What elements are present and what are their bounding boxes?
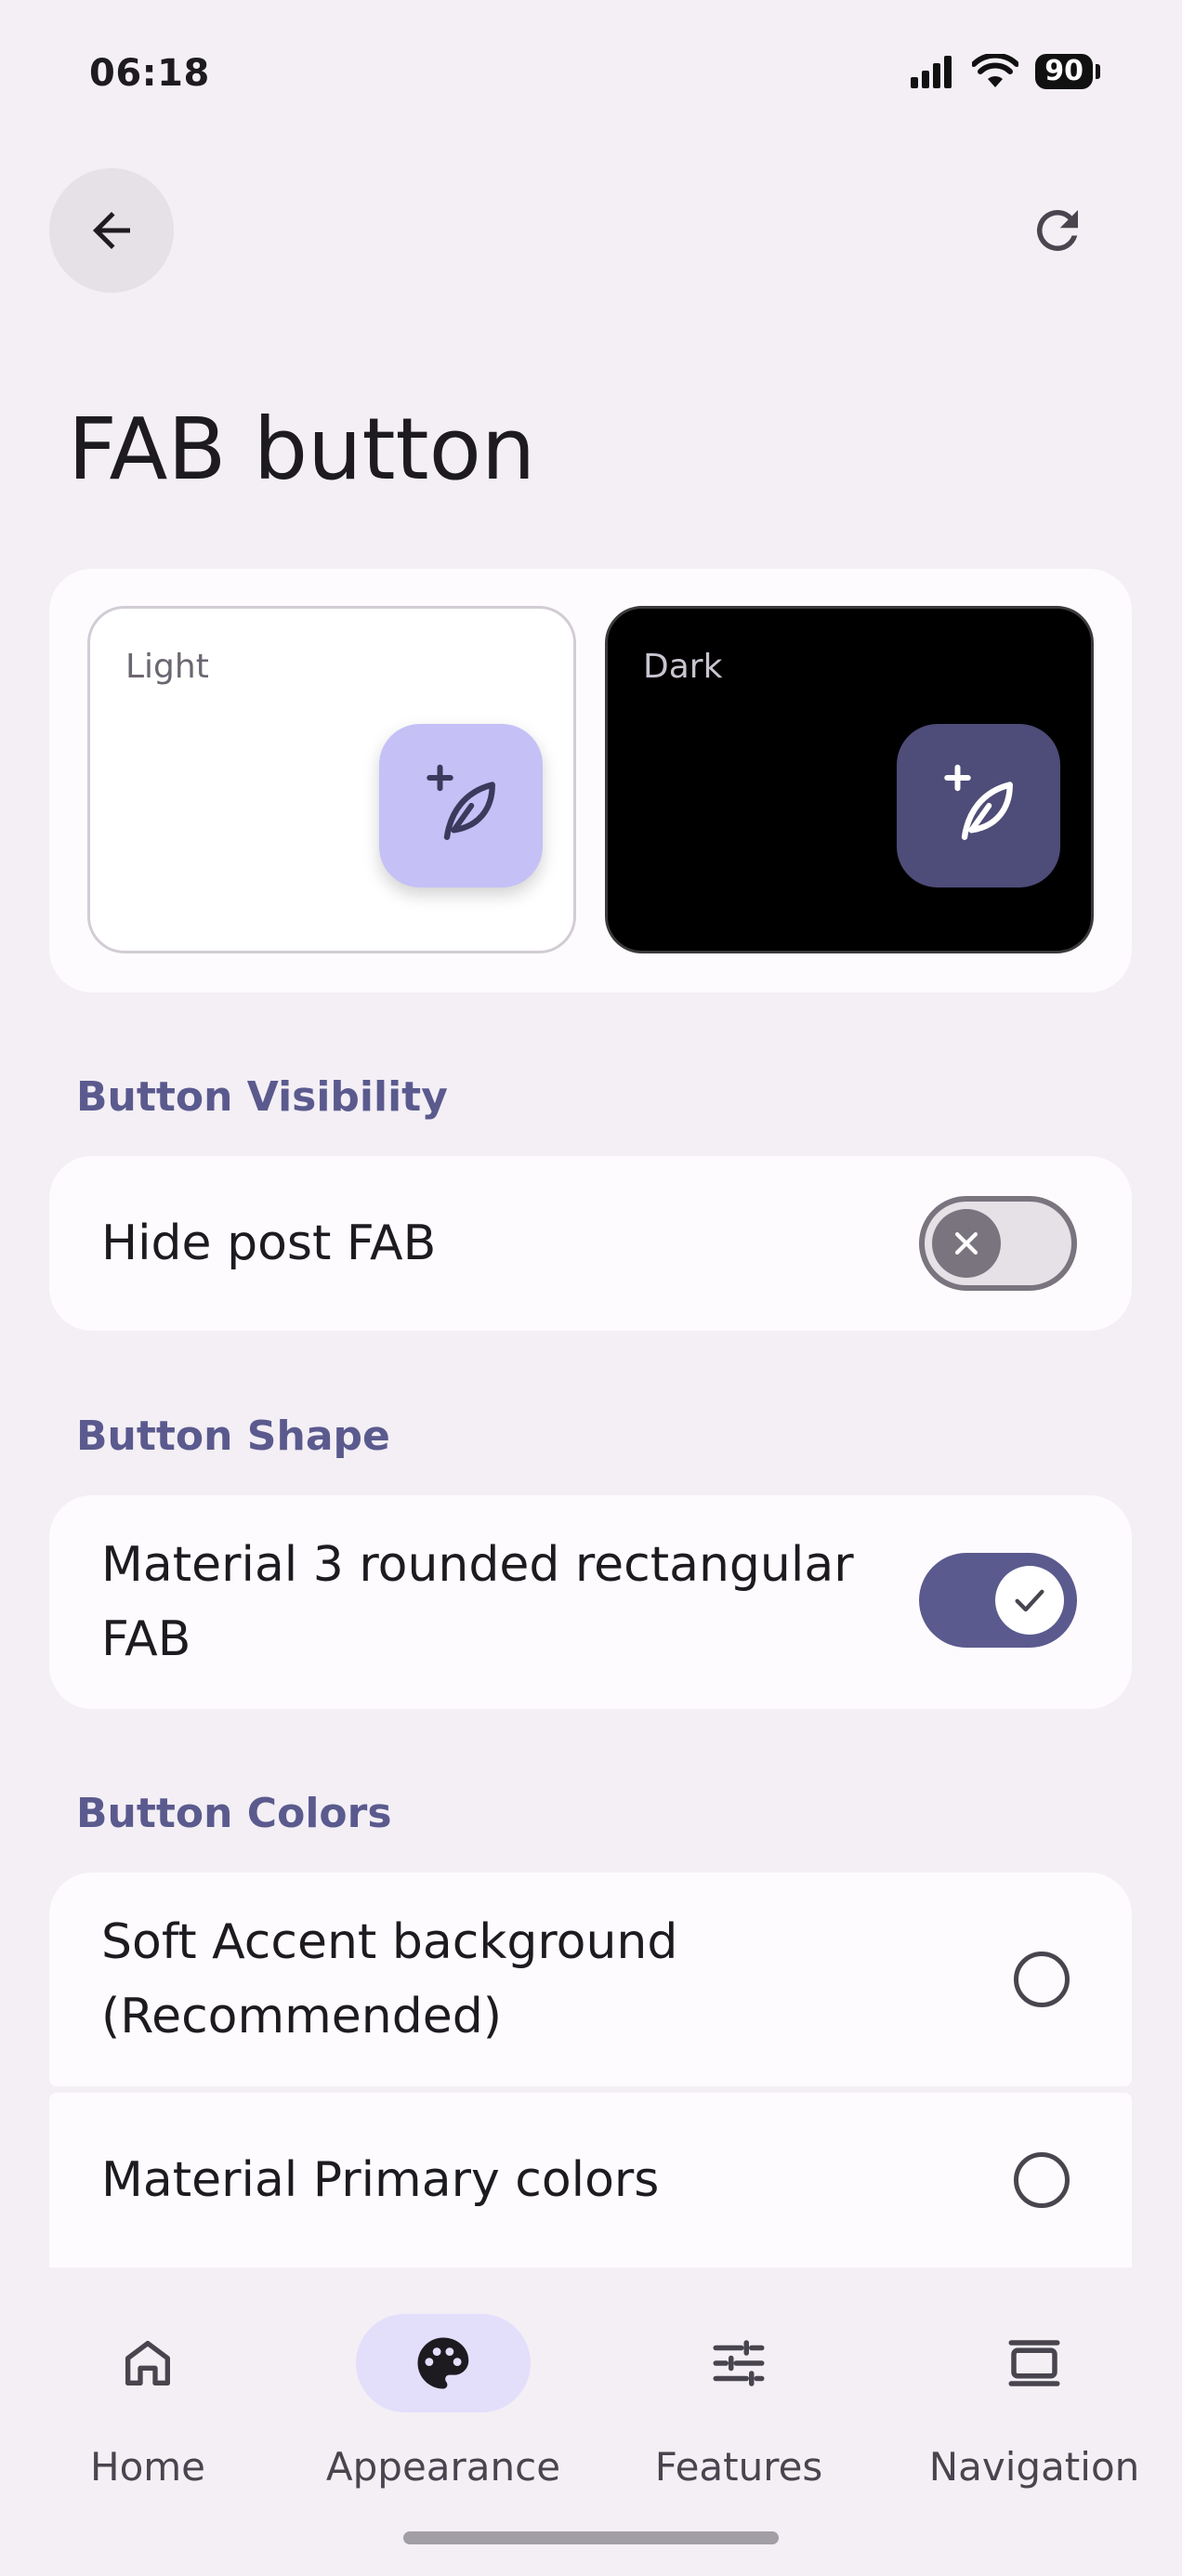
fab-preview-card: Light Dark <box>49 569 1132 992</box>
material3-fab-label-line1: Material 3 rounded rectangular <box>101 1537 854 1593</box>
arrow-back-icon <box>93 212 130 249</box>
hide-post-fab-switch[interactable] <box>919 1196 1077 1291</box>
hide-post-fab-label: Hide post FAB <box>101 1216 437 1271</box>
feather-add-icon <box>944 764 1013 840</box>
refresh-icon <box>1036 209 1078 251</box>
hide-post-fab-row[interactable]: Hide post FAB <box>49 1156 1132 1331</box>
status-icons: 90 <box>909 54 1100 89</box>
nav-navigation-label: Navigation <box>928 2444 1140 2490</box>
signal-icon <box>911 56 952 88</box>
nav-navigation[interactable]: Navigation <box>886 2273 1182 2490</box>
tune-icon <box>713 2340 765 2386</box>
material-primary-option[interactable]: Material Primary colors <box>49 2093 1132 2267</box>
light-preview: Light <box>87 606 576 953</box>
nav-home-pill <box>60 2314 235 2412</box>
battery-indicator: 90 <box>1035 54 1100 89</box>
nav-appearance-label: Appearance <box>325 2444 561 2490</box>
soft-accent-radio[interactable] <box>1014 1952 1070 2007</box>
material3-fab-switch[interactable] <box>919 1553 1077 1648</box>
nav-features[interactable]: Features <box>591 2273 886 2490</box>
status-time: 06:18 <box>89 52 210 95</box>
dark-preview: Dark <box>605 606 1094 953</box>
material-primary-label: Material Primary colors <box>101 2152 660 2208</box>
nav-home-label: Home <box>89 2444 206 2490</box>
nav-appearance[interactable]: Appearance <box>296 2273 591 2490</box>
soft-accent-option[interactable]: Soft Accent background (Recommended) <box>49 1873 1132 2086</box>
switch-knob <box>995 1566 1064 1635</box>
navigation-layout-icon <box>1008 2340 1060 2386</box>
home-indicator[interactable] <box>403 2531 779 2544</box>
check-icon <box>1015 1589 1044 1612</box>
nav-navigation-pill <box>947 2314 1122 2412</box>
page-title: FAB button <box>68 400 536 499</box>
nav-appearance-pill <box>356 2314 531 2412</box>
section-header-shape: Button Shape <box>76 1413 390 1460</box>
section-header-colors: Button Colors <box>76 1790 392 1837</box>
close-icon <box>954 1231 978 1255</box>
material3-fab-row[interactable]: Material 3 rounded rectangular FAB <box>49 1495 1132 1709</box>
dark-preview-label: Dark <box>643 648 723 686</box>
soft-accent-label-line2: (Recommended) <box>101 1989 503 2044</box>
back-button[interactable] <box>49 168 174 293</box>
material3-fab-label-line2: FAB <box>101 1611 191 1667</box>
fab-preview-dark <box>897 724 1060 887</box>
fab-preview-light <box>379 724 543 887</box>
material-primary-radio[interactable] <box>1014 2152 1070 2208</box>
home-icon <box>125 2341 170 2385</box>
nav-features-pill <box>651 2314 826 2412</box>
wifi-icon <box>972 54 1019 87</box>
feather-add-icon <box>427 764 495 840</box>
nav-features-label: Features <box>654 2444 823 2490</box>
reset-button[interactable] <box>1013 186 1102 275</box>
material3-fab-label: Material 3 rounded rectangular FAB <box>101 1528 854 1676</box>
nav-home[interactable]: Home <box>0 2273 296 2490</box>
light-preview-label: Light <box>125 648 209 686</box>
palette-icon <box>417 2337 469 2389</box>
section-header-visibility: Button Visibility <box>76 1073 448 1121</box>
switch-knob <box>932 1209 1001 1278</box>
soft-accent-label-line1: Soft Accent background <box>101 1914 678 1970</box>
soft-accent-label: Soft Accent background (Recommended) <box>101 1905 677 2054</box>
